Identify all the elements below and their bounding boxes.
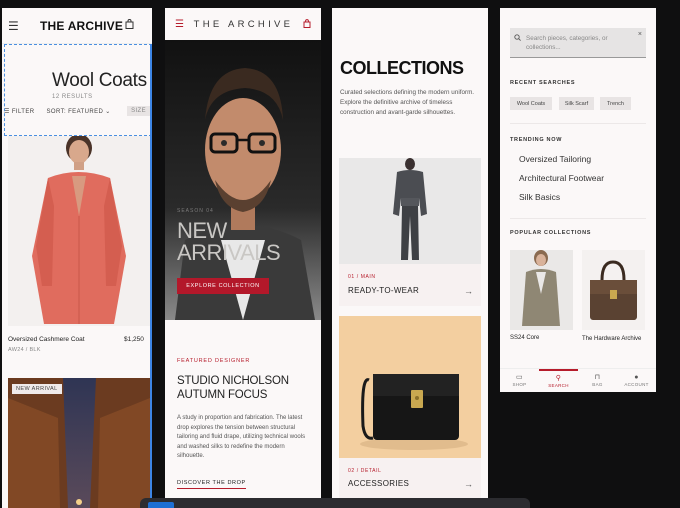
divider	[510, 123, 646, 124]
new-arrival-badge: NEW ARRIVAL	[12, 384, 62, 394]
header: ☰ THE ARCHIVE	[2, 8, 152, 44]
page-title: COLLECTIONS	[340, 58, 464, 78]
recent-search-chip[interactable]: Wool Coats	[510, 97, 552, 110]
trending-item[interactable]: Silk Basics	[519, 192, 560, 202]
bottom-nav: ▭ SHOP ⚲ SEARCH ⊓ BAG ● ACCOUNT	[500, 368, 656, 392]
collection-name[interactable]: READY-TO-WEAR	[348, 286, 419, 295]
search-icon: ⚲	[555, 375, 562, 382]
screen-collections: COLLECTIONS Curated selections defining …	[332, 8, 488, 500]
divider	[510, 218, 646, 219]
design-canvas: ☰ THE ARCHIVE Wool Coats 12 RESULTS ☰ FI…	[0, 0, 680, 508]
nav-account[interactable]: ● ACCOUNT	[617, 369, 656, 392]
trending-item[interactable]: Oversized Tailoring	[519, 154, 591, 164]
hero-title: NEW ARRIVALS	[177, 218, 281, 265]
recent-searches-heading: RECENT SEARCHES	[510, 80, 576, 86]
collection-card-image[interactable]	[339, 158, 481, 264]
featured-label: FEATURED DESIGNER	[177, 358, 251, 364]
brand-logo[interactable]: THE ARCHIVE	[40, 19, 125, 33]
popular-collection-image[interactable]	[510, 250, 573, 330]
menu-icon[interactable]: ☰	[8, 19, 30, 33]
popular-collection-image[interactable]	[582, 250, 645, 330]
toolbar-button[interactable]	[148, 502, 174, 508]
arrow-right-icon[interactable]: →	[464, 479, 473, 489]
trending-heading: TRENDING NOW	[510, 137, 563, 143]
bag-icon[interactable]	[303, 18, 311, 30]
designer-heading: STUDIO NICHOLSON AUTUMN FOCUS	[177, 375, 289, 401]
recent-search-chip[interactable]: Silk Scarf	[559, 97, 594, 110]
screen-search: Search pieces, categories, or collection…	[500, 8, 656, 392]
nav-bag[interactable]: ⊓ BAG	[578, 369, 617, 392]
brand-logo[interactable]: THE ARCHIVE	[184, 19, 303, 30]
explore-collection-button[interactable]: EXPLORE COLLECTION	[177, 278, 269, 294]
trending-item[interactable]: Architectural Footwear	[519, 173, 604, 183]
arrow-right-icon[interactable]: →	[464, 286, 473, 296]
collection-number: 01 / MAIN	[348, 274, 376, 280]
nav-search[interactable]: ⚲ SEARCH	[539, 369, 578, 392]
recent-search-chip[interactable]: Trench	[600, 97, 631, 110]
product-image-2[interactable]	[8, 378, 150, 508]
selection-edge[interactable]	[150, 44, 152, 508]
discover-drop-link[interactable]: DISCOVER THE DROP	[177, 480, 246, 489]
collection-number: 02 / DETAIL	[348, 468, 382, 474]
collection-name[interactable]: ACCESSORIES	[348, 479, 409, 488]
bag-icon[interactable]	[125, 19, 134, 32]
collections-description: Curated selections defining the modern u…	[340, 89, 475, 116]
designer-description: A study in proportion and fabrication. T…	[177, 415, 306, 459]
product-meta: AW24 / BLK	[8, 347, 41, 353]
search-input[interactable]: Search pieces, categories, or collection…	[510, 28, 646, 58]
screen-home: ☰ THE ARCHIVE SEASON 04 NEW ARRIVALS EXP…	[165, 8, 321, 500]
menu-icon[interactable]: ☰	[175, 19, 184, 30]
product-price: $1,250	[124, 336, 144, 343]
popular-collection-name[interactable]: The Hardware Archive	[582, 335, 642, 344]
header: ☰ THE ARCHIVE	[165, 8, 321, 40]
account-icon: ●	[634, 374, 639, 381]
collection-card-image[interactable]	[339, 316, 481, 458]
collection-card-label[interactable]	[339, 264, 481, 306]
close-icon[interactable]: ×	[638, 31, 642, 38]
product-image[interactable]	[8, 136, 150, 326]
nav-shop[interactable]: ▭ SHOP	[500, 369, 539, 392]
bottom-toolbar	[140, 498, 530, 508]
popular-collection-name[interactable]: SS24 Core	[510, 335, 539, 341]
popular-collections-heading: POPULAR COLLECTIONS	[510, 230, 592, 236]
screen-wool-coats: ☰ THE ARCHIVE Wool Coats 12 RESULTS ☰ FI…	[2, 8, 152, 508]
search-placeholder: Search pieces, categories, or collection…	[526, 35, 608, 51]
selection-outline	[4, 44, 152, 136]
season-label: SEASON 04	[177, 208, 214, 214]
bag-icon: ⊓	[594, 374, 601, 381]
shop-icon: ▭	[516, 374, 523, 381]
search-icon	[514, 34, 521, 43]
product-name[interactable]: Oversized Cashmere Coat	[8, 336, 85, 343]
